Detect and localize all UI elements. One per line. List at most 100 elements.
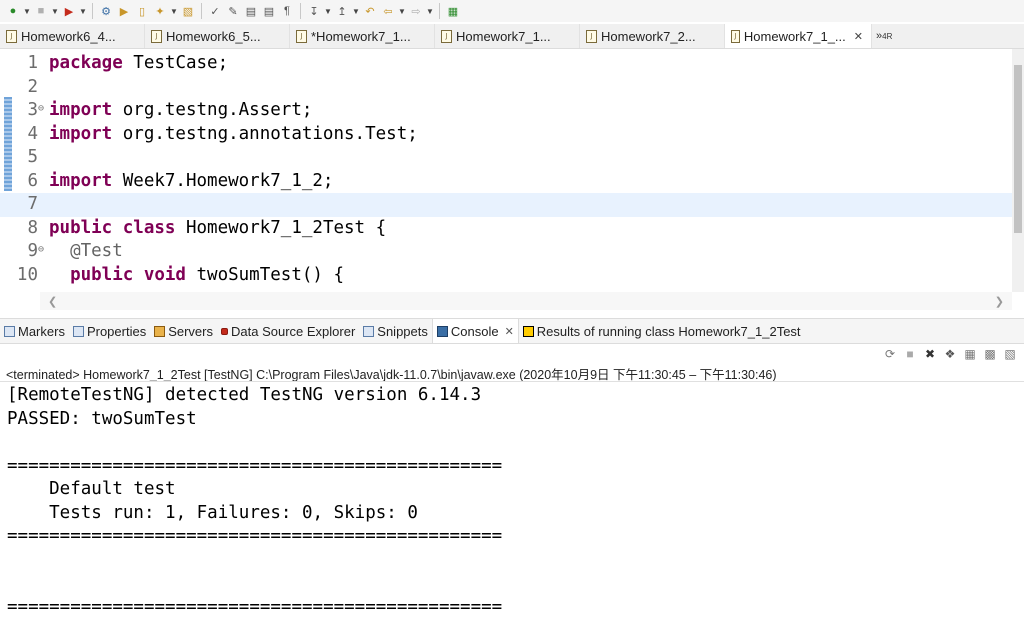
tab-testng-results[interactable]: Results of running class Homework7_1_2Te… (519, 319, 805, 343)
code-line: 1 package TestCase; (0, 52, 1012, 76)
line-number: 8 (27, 217, 38, 238)
console-output[interactable]: [RemoteTestNG] detected TestNG version 6… (0, 381, 1024, 627)
java-file-icon: J (441, 29, 452, 43)
console-line: [RemoteTestNG] detected TestNG version 6… (7, 385, 482, 405)
tab-snippets[interactable]: Snippets (359, 319, 432, 343)
relaunch-icon[interactable]: ⟳ (882, 346, 898, 362)
open-folder-icon[interactable]: ▶ (116, 3, 132, 19)
tab-label: Properties (86, 323, 147, 339)
tab-label: Console (450, 323, 499, 339)
prev-annotation-icon[interactable]: ↥ (334, 3, 350, 19)
tab-markers[interactable]: Markers (0, 319, 69, 343)
editor-tab-label: Homework7_1... (456, 28, 551, 44)
console-icon (436, 325, 448, 337)
test-icon[interactable]: ⚙ (98, 3, 114, 19)
servers-icon (154, 325, 166, 337)
code-rest: Week7.Homework7_1_2; (112, 170, 334, 191)
forward-arrow-icon[interactable]: ⇨ (408, 3, 424, 19)
console-line: Tests run: 1, Failures: 0, Skips: 0 (7, 502, 418, 523)
pilcrow-icon[interactable]: ¶ (279, 3, 295, 19)
tab-console[interactable]: Console ✕ (431, 319, 519, 343)
format-icon[interactable]: ▤ (243, 3, 259, 19)
editor-tab-label: Homework6_5... (166, 28, 261, 44)
pin-icon[interactable]: ✓ (207, 3, 223, 19)
editor-horizontal-scrollbar[interactable]: ❮ ❯ (40, 292, 1012, 310)
close-icon[interactable]: ✕ (854, 30, 863, 43)
code-text: public class Homework7_1_2Test { (49, 217, 386, 241)
search-icon[interactable]: ✦ (152, 3, 168, 19)
editor-tab-active[interactable]: J Homework7_1_... ✕ (725, 24, 872, 48)
line-number: 6 (27, 170, 38, 191)
tab-data-source-explorer[interactable]: Data Source Explorer (217, 319, 359, 343)
remove-all-icon[interactable]: ❖ (942, 346, 958, 362)
perspective-icon[interactable]: ▦ (445, 3, 461, 19)
next-annotation-icon[interactable]: ↧ (306, 3, 322, 19)
chevron-down-icon[interactable]: ▼ (170, 3, 178, 19)
chevron-down-icon[interactable]: ▼ (426, 3, 434, 19)
code-text: import org.testng.Assert; (49, 99, 312, 123)
scrollbar-thumb[interactable] (1014, 65, 1022, 233)
debug-run-icon[interactable]: ● (5, 3, 21, 19)
editor-tab-label: *Homework7_1... (311, 28, 411, 44)
word-wrap-icon[interactable]: ▧ (1002, 346, 1018, 362)
scroll-right-icon[interactable]: ❯ (995, 295, 1004, 308)
chevron-down-icon[interactable]: ▼ (352, 3, 360, 19)
code-rest: Homework7_1_2Test { (175, 217, 387, 238)
editor-tab-label: Homework7_2... (601, 28, 696, 44)
clear-console-icon[interactable]: ▦ (962, 346, 978, 362)
stop-icon[interactable]: ■ (33, 3, 49, 19)
chevron-down-icon[interactable]: ▼ (23, 3, 31, 19)
scroll-left-icon[interactable]: ❮ (48, 295, 57, 308)
remove-launch-icon[interactable]: ✖ (922, 346, 938, 362)
editor-tab[interactable]: J Homework6_5... (145, 24, 290, 48)
tab-overflow-button[interactable]: » 4R (872, 24, 896, 48)
markers-icon (4, 325, 15, 337)
back-icon[interactable]: ↶ (362, 3, 378, 19)
properties-icon (72, 325, 84, 337)
java-file-icon: J (6, 29, 17, 43)
editor-tab-label: Homework7_1_... (743, 28, 846, 44)
scroll-lock-icon[interactable]: ▩ (982, 346, 998, 362)
new-package-icon[interactable]: ▯ (134, 3, 150, 19)
line-number: 1 (27, 53, 38, 73)
code-text: import Week7.Homework7_1_2; (49, 170, 333, 194)
editor-tab[interactable]: J Homework6_4... (0, 24, 145, 48)
fold-icon[interactable]: ⊖ (38, 238, 44, 262)
chevron-down-icon[interactable]: ▼ (51, 3, 59, 19)
close-icon[interactable]: ✕ (505, 325, 514, 338)
chevron-down-icon[interactable]: ▼ (324, 3, 332, 19)
code-editor[interactable]: 1 package TestCase; 2 3 ⊖ import org.testng… (0, 49, 1024, 292)
editor-tab[interactable]: J Homework7_2... (580, 24, 725, 48)
console-line: ========================================… (7, 526, 503, 546)
doc-icon[interactable]: ▤ (261, 3, 277, 19)
code-line: 2 (0, 76, 1012, 100)
editor-tab[interactable]: J *Homework7_1... (290, 24, 435, 48)
java-file-icon: J (151, 29, 162, 43)
chevron-down-icon[interactable]: ▼ (79, 3, 87, 19)
back-arrow-icon[interactable]: ⇦ (380, 3, 396, 19)
tab-properties[interactable]: Properties (69, 319, 150, 343)
editor-tab-label: Homework6_4... (21, 28, 116, 44)
code-line-current: 7 (0, 193, 1012, 217)
run-tool-icon[interactable]: ▶ (61, 3, 77, 19)
console-toolbar: ⟳ ■ ✖ ❖ ▦ ▩ ▧ (880, 345, 1024, 363)
line-number: 3 (27, 100, 38, 120)
terminate-icon[interactable]: ■ (902, 346, 918, 362)
data-source-icon (221, 327, 228, 335)
open-type-icon[interactable]: ▧ (180, 3, 196, 19)
toolbar-separator (92, 3, 93, 19)
line-number: 10 (16, 264, 38, 285)
tab-label: Servers (168, 323, 213, 339)
code-rest: TestCase; (122, 53, 229, 73)
chevron-down-icon[interactable]: ▼ (398, 3, 406, 19)
pen-icon[interactable]: ✎ (225, 3, 241, 19)
editor-tab[interactable]: J Homework7_1... (435, 24, 580, 48)
overflow-count: 4R (882, 31, 893, 41)
java-file-icon: J (586, 29, 597, 43)
editor-vertical-scrollbar[interactable] (1012, 49, 1024, 292)
view-tab-bar: Markers Properties Servers Data Source E… (0, 318, 1024, 344)
fold-icon[interactable]: ⊖ (38, 97, 44, 121)
testng-icon (522, 325, 534, 337)
console-line: Default test (7, 479, 176, 499)
tab-servers[interactable]: Servers (150, 319, 217, 343)
